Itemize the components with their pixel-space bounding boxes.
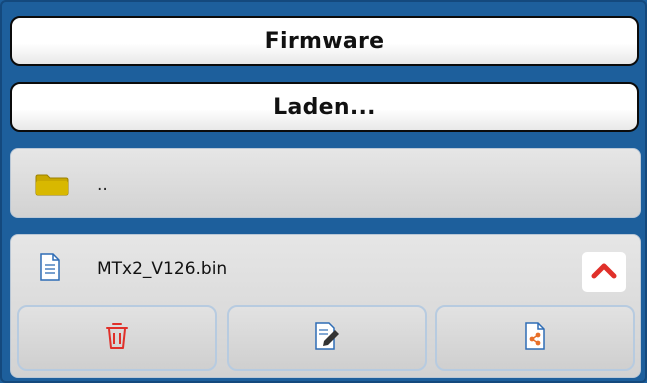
folder-icon bbox=[35, 174, 69, 200]
firmware-button[interactable]: Firmware bbox=[10, 16, 639, 66]
edit-icon bbox=[314, 321, 340, 355]
trash-icon bbox=[104, 321, 130, 355]
parent-directory-row[interactable]: .. bbox=[10, 148, 641, 218]
parent-directory-label: .. bbox=[97, 175, 108, 195]
share-icon bbox=[524, 322, 546, 354]
file-name-label: MTx2_V126.bin bbox=[97, 259, 228, 279]
file-entry: MTx2_V126.bin bbox=[10, 234, 641, 378]
chevron-up-icon bbox=[591, 261, 617, 283]
delete-button[interactable] bbox=[17, 305, 217, 371]
share-button[interactable] bbox=[435, 305, 635, 371]
collapse-button[interactable] bbox=[582, 252, 626, 292]
file-icon bbox=[39, 253, 61, 285]
edit-button[interactable] bbox=[227, 305, 427, 371]
load-button[interactable]: Laden... bbox=[10, 82, 639, 132]
